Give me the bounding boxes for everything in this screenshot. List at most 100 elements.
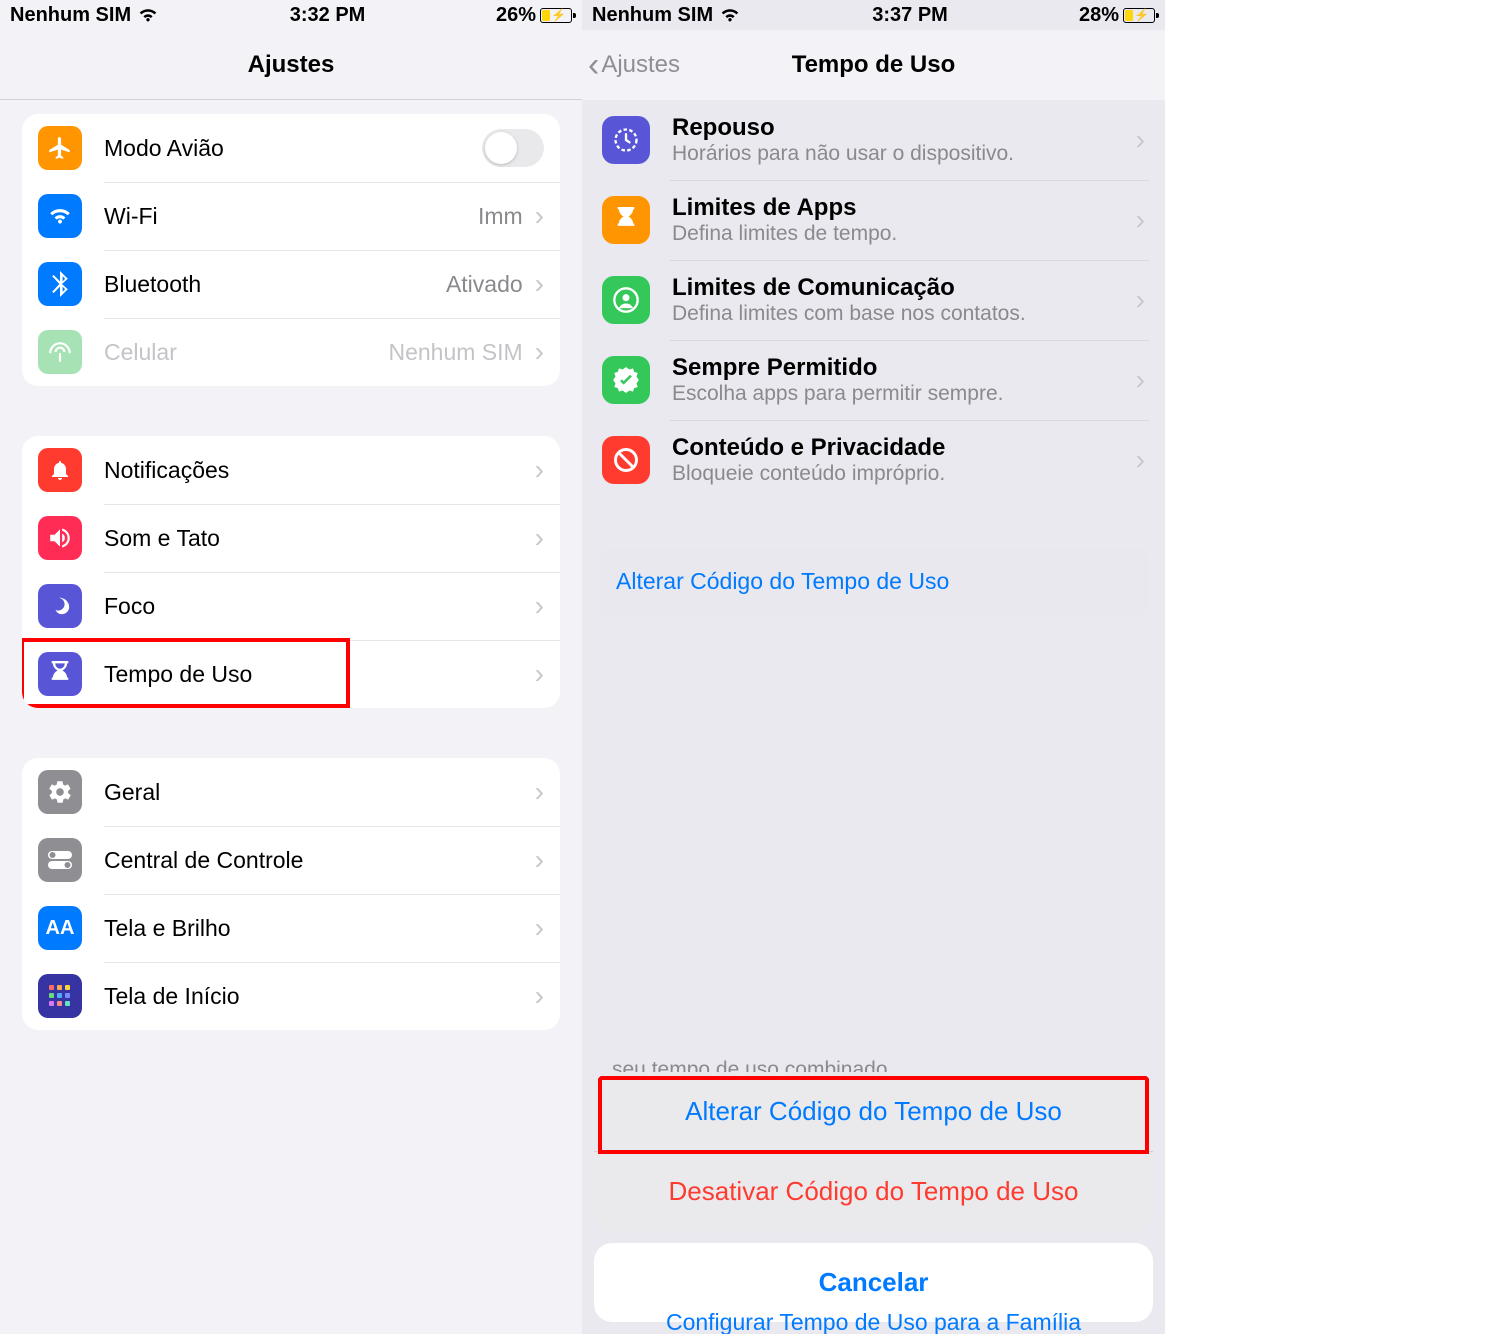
row-title: Repouso	[672, 114, 1136, 142]
row-title: Bluetooth	[104, 271, 446, 298]
wifi-detail: Imm	[478, 203, 523, 230]
bell-icon	[38, 448, 82, 492]
row-general[interactable]: Geral ›	[22, 758, 560, 826]
contact-icon	[602, 276, 650, 324]
bluetooth-detail: Ativado	[446, 271, 523, 298]
home-grid-icon	[38, 974, 82, 1018]
chevron-right-icon: ›	[535, 776, 544, 808]
row-title: Sempre Permitido	[672, 354, 1136, 382]
row-title: Conteúdo e Privacidade	[672, 434, 1136, 462]
chevron-right-icon: ›	[535, 844, 544, 876]
row-always-allowed[interactable]: Sempre Permitido Escolha apps para permi…	[598, 340, 1149, 420]
row-wifi[interactable]: Wi-Fi Imm ›	[22, 182, 560, 250]
wifi-status-icon	[719, 7, 741, 23]
row-title: Notificações	[104, 457, 529, 484]
chevron-right-icon: ›	[535, 336, 544, 368]
row-title: Tempo de Uso	[104, 661, 529, 688]
wifi-icon	[38, 194, 82, 238]
row-subtitle: Defina limites de tempo.	[672, 222, 1136, 246]
carrier-label: Nenhum SIM	[10, 4, 131, 27]
airplane-icon	[38, 126, 82, 170]
clock-icon	[602, 116, 650, 164]
chevron-right-icon: ›	[1136, 204, 1145, 236]
row-communication-limits[interactable]: Limites de Comunicação Defina limites co…	[598, 260, 1149, 340]
settings-screen: Nenhum SIM 3:32 PM 26% ⚡ Ajustes Modo Av…	[0, 0, 582, 1334]
chevron-right-icon: ›	[535, 200, 544, 232]
battery-pct-label: 28%	[1079, 4, 1119, 27]
row-title: Geral	[104, 779, 529, 806]
row-downtime[interactable]: Repouso Horários para não usar o disposi…	[598, 100, 1149, 180]
badge-check-icon	[602, 356, 650, 404]
wifi-status-icon	[137, 7, 159, 23]
nav-bar: ‹ Ajustes Tempo de Uso	[582, 30, 1165, 100]
row-control-center[interactable]: Central de Controle ›	[22, 826, 560, 894]
chevron-right-icon: ›	[535, 522, 544, 554]
row-title: Tela de Início	[104, 983, 529, 1010]
settings-group-notifications: Notificações › Som e Tato › Foco ›	[22, 436, 560, 708]
bluetooth-icon	[38, 262, 82, 306]
moon-icon	[38, 584, 82, 628]
chevron-right-icon: ›	[1136, 124, 1145, 156]
row-cellular[interactable]: Celular Nenhum SIM ›	[22, 318, 560, 386]
row-subtitle: Defina limites com base nos contatos.	[672, 302, 1136, 326]
chevron-right-icon: ›	[535, 268, 544, 300]
speaker-icon	[38, 516, 82, 560]
row-title: Tela e Brilho	[104, 915, 529, 942]
row-home-screen[interactable]: Tela de Início ›	[22, 962, 560, 1030]
row-title: Modo Avião	[104, 135, 482, 162]
row-title: Central de Controle	[104, 847, 529, 874]
gear-icon	[38, 770, 82, 814]
screen-time-list: Repouso Horários para não usar o disposi…	[582, 100, 1165, 500]
sheet-disable-passcode-button[interactable]: Desativar Código do Tempo de Uso	[594, 1151, 1153, 1231]
carrier-label: Nenhum SIM	[592, 4, 713, 27]
row-app-limits[interactable]: Limites de Apps Defina limites de tempo.…	[598, 180, 1149, 260]
row-title: Wi-Fi	[104, 203, 478, 230]
change-passcode-link[interactable]: Alterar Código do Tempo de Uso	[598, 548, 1149, 615]
row-title: Som e Tato	[104, 525, 529, 552]
chevron-left-icon: ‹	[588, 48, 599, 82]
back-button[interactable]: ‹ Ajustes	[588, 48, 680, 82]
row-notifications[interactable]: Notificações ›	[22, 436, 560, 504]
row-bluetooth[interactable]: Bluetooth Ativado ›	[22, 250, 560, 318]
text-size-icon: AA	[38, 906, 82, 950]
hourglass-icon	[38, 652, 82, 696]
sheet-change-passcode-button[interactable]: Alterar Código do Tempo de Uso	[594, 1072, 1153, 1151]
nav-bar: Ajustes	[0, 30, 582, 100]
airplane-toggle[interactable]	[482, 129, 544, 167]
row-subtitle: Horários para não usar o dispositivo.	[672, 142, 1136, 166]
chevron-right-icon: ›	[1136, 364, 1145, 396]
battery-icon: ⚡	[540, 8, 572, 23]
chevron-right-icon: ›	[1136, 444, 1145, 476]
no-entry-icon	[602, 436, 650, 484]
cellular-icon	[38, 330, 82, 374]
row-content-privacy[interactable]: Conteúdo e Privacidade Bloqueie conteúdo…	[598, 420, 1149, 500]
chevron-right-icon: ›	[535, 658, 544, 690]
row-airplane-mode[interactable]: Modo Avião	[22, 114, 560, 182]
status-bar: Nenhum SIM 3:32 PM 26% ⚡	[0, 0, 582, 30]
row-screen-time[interactable]: Tempo de Uso ›	[22, 640, 560, 708]
chevron-right-icon: ›	[535, 590, 544, 622]
row-sounds[interactable]: Som e Tato ›	[22, 504, 560, 572]
clock-label: 3:32 PM	[159, 4, 496, 27]
status-bar: Nenhum SIM 3:37 PM 28% ⚡	[582, 0, 1165, 30]
cellular-detail: Nenhum SIM	[388, 339, 522, 366]
clock-label: 3:37 PM	[741, 4, 1079, 27]
action-sheet: seu tempo de uso combinado. Alterar Códi…	[582, 1062, 1165, 1334]
back-label: Ajustes	[601, 51, 680, 79]
row-title: Foco	[104, 593, 529, 620]
settings-group-general: Geral › Central de Controle › AA Tela e …	[22, 758, 560, 1030]
row-subtitle: Escolha apps para permitir sempre.	[672, 382, 1136, 406]
row-focus[interactable]: Foco ›	[22, 572, 560, 640]
hourglass-icon	[602, 196, 650, 244]
partial-text-bottom: Configurar Tempo de Uso para a Família	[582, 1309, 1165, 1334]
screen-time-screen: Nenhum SIM 3:37 PM 28% ⚡ ‹ Ajustes Tempo…	[582, 0, 1165, 1334]
row-display[interactable]: AA Tela e Brilho ›	[22, 894, 560, 962]
chevron-right-icon: ›	[1136, 284, 1145, 316]
battery-pct-label: 26%	[496, 4, 536, 27]
switches-icon	[38, 838, 82, 882]
row-subtitle: Bloqueie conteúdo impróprio.	[672, 462, 1136, 486]
chevron-right-icon: ›	[535, 912, 544, 944]
page-title: Tempo de Uso	[792, 51, 956, 79]
row-title: Celular	[104, 339, 388, 366]
battery-icon: ⚡	[1123, 8, 1155, 23]
